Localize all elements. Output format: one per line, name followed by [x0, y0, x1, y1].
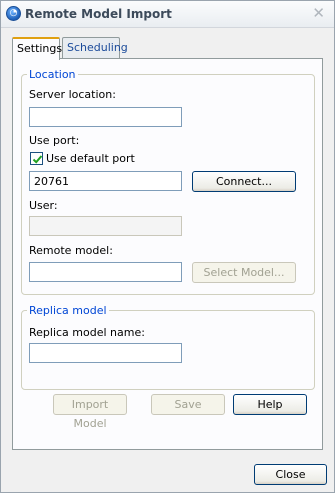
close-button[interactable]: Close — [254, 464, 327, 485]
server-location-label: Server location: — [29, 88, 116, 101]
port-input[interactable] — [29, 171, 182, 191]
window-title: Remote Model Import — [25, 7, 172, 21]
checkmark-icon — [32, 155, 43, 164]
location-legend: Location — [29, 68, 76, 81]
user-label: User: — [29, 199, 58, 212]
use-port-label: Use port: — [29, 134, 80, 147]
connect-button[interactable]: Connect... — [192, 171, 296, 192]
select-model-button[interactable]: Select Model... — [192, 262, 296, 283]
app-icon: ◔ — [6, 6, 21, 21]
remote-model-import-window: ◔ Remote Model Import ✕ Settings Schedul… — [0, 0, 335, 493]
remote-model-input[interactable] — [29, 262, 182, 282]
use-default-port-label: Use default port — [46, 152, 135, 165]
title-bar[interactable]: ◔ Remote Model Import ✕ — [1, 1, 334, 28]
use-default-port-checkbox[interactable] — [30, 152, 43, 165]
replica-model-name-input[interactable] — [29, 343, 182, 363]
user-input[interactable] — [29, 216, 182, 236]
replica-model-legend: Replica model — [29, 304, 107, 317]
remote-model-label: Remote model: — [29, 244, 113, 257]
replica-model-name-label: Replica model name: — [29, 326, 145, 339]
save-button[interactable]: Save — [151, 394, 225, 415]
close-icon[interactable]: ✕ — [312, 5, 325, 22]
import-model-button[interactable]: Import Model — [53, 394, 127, 430]
server-location-input[interactable] — [29, 107, 182, 127]
settings-panel: Location Server location: Use port: Use … — [12, 58, 323, 450]
tab-scheduling[interactable]: Scheduling — [62, 37, 128, 59]
help-button[interactable]: Help — [233, 394, 307, 415]
tab-settings[interactable]: Settings — [12, 37, 62, 60]
